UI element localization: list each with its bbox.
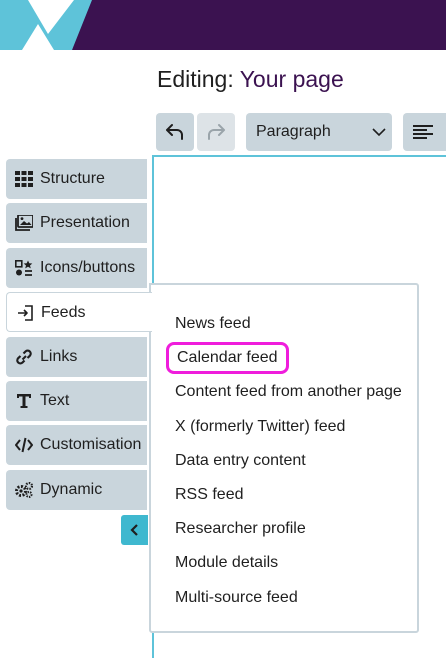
title-page-name: Your page bbox=[239, 66, 344, 92]
grid-icon bbox=[15, 171, 33, 187]
icons-buttons-icon bbox=[15, 260, 33, 276]
sidebar-item-customisation[interactable]: Customisation bbox=[6, 425, 147, 465]
sidebar-item-label: Icons/buttons bbox=[40, 259, 136, 276]
text-icon bbox=[17, 394, 31, 408]
sidebar-item-label: Feeds bbox=[41, 304, 86, 321]
gears-icon bbox=[15, 482, 33, 498]
sidebar-item-label: Dynamic bbox=[40, 481, 103, 498]
align-button[interactable] bbox=[403, 113, 446, 151]
menu-item-module-details[interactable]: Module details bbox=[175, 554, 278, 572]
menu-item-x-feed[interactable]: X (formerly Twitter) feed bbox=[175, 418, 345, 436]
sidebar-item-label: Text bbox=[40, 392, 70, 409]
menu-item-multi-source-feed[interactable]: Multi-source feed bbox=[175, 589, 298, 607]
menu-item-calendar-feed[interactable]: Calendar feed bbox=[166, 342, 289, 374]
link-icon bbox=[16, 349, 32, 365]
site-logo[interactable] bbox=[0, 0, 446, 50]
align-left-icon bbox=[413, 125, 433, 139]
sidebar-item-label: Customisation bbox=[40, 436, 142, 453]
chevron-left-icon bbox=[130, 524, 138, 536]
undo-button[interactable] bbox=[156, 113, 194, 151]
sidebar-item-icons-buttons[interactable]: Icons/buttons bbox=[6, 248, 147, 288]
sidebar-item-structure[interactable]: Structure bbox=[6, 159, 147, 199]
sidebar-item-label: Links bbox=[40, 348, 78, 365]
menu-item-data-entry-content[interactable]: Data entry content bbox=[175, 452, 306, 470]
chevron-down-icon bbox=[372, 128, 386, 137]
redo-button[interactable] bbox=[197, 113, 235, 151]
title-prefix: Editing: bbox=[157, 66, 234, 92]
page-title: Editing: Your page bbox=[157, 66, 344, 93]
redo-icon bbox=[208, 124, 225, 140]
undo-icon bbox=[166, 124, 183, 140]
menu-item-researcher-profile[interactable]: Researcher profile bbox=[175, 520, 306, 538]
collapse-sidebar-button[interactable] bbox=[121, 515, 148, 545]
images-icon bbox=[15, 215, 33, 231]
sidebar-item-text[interactable]: Text bbox=[6, 381, 147, 421]
sidebar-item-presentation[interactable]: Presentation bbox=[6, 203, 147, 243]
feed-import-icon bbox=[18, 305, 33, 321]
feeds-menu: News feed Calendar feed Content feed fro… bbox=[149, 283, 419, 633]
code-icon bbox=[15, 437, 33, 453]
menu-item-content-feed[interactable]: Content feed from another page bbox=[175, 383, 402, 401]
menu-item-rss-feed[interactable]: RSS feed bbox=[175, 486, 243, 504]
sidebar-item-dynamic[interactable]: Dynamic bbox=[6, 470, 147, 510]
top-banner bbox=[0, 0, 446, 50]
block-format-select[interactable]: Paragraph bbox=[246, 113, 392, 151]
menu-item-news-feed[interactable]: News feed bbox=[175, 315, 251, 333]
block-format-value: Paragraph bbox=[256, 123, 331, 140]
sidebar-item-feeds[interactable]: Feeds bbox=[6, 292, 152, 332]
sidebar-item-label: Presentation bbox=[40, 214, 130, 231]
sidebar-item-label: Structure bbox=[40, 170, 105, 187]
sidebar-item-links[interactable]: Links bbox=[6, 337, 147, 377]
